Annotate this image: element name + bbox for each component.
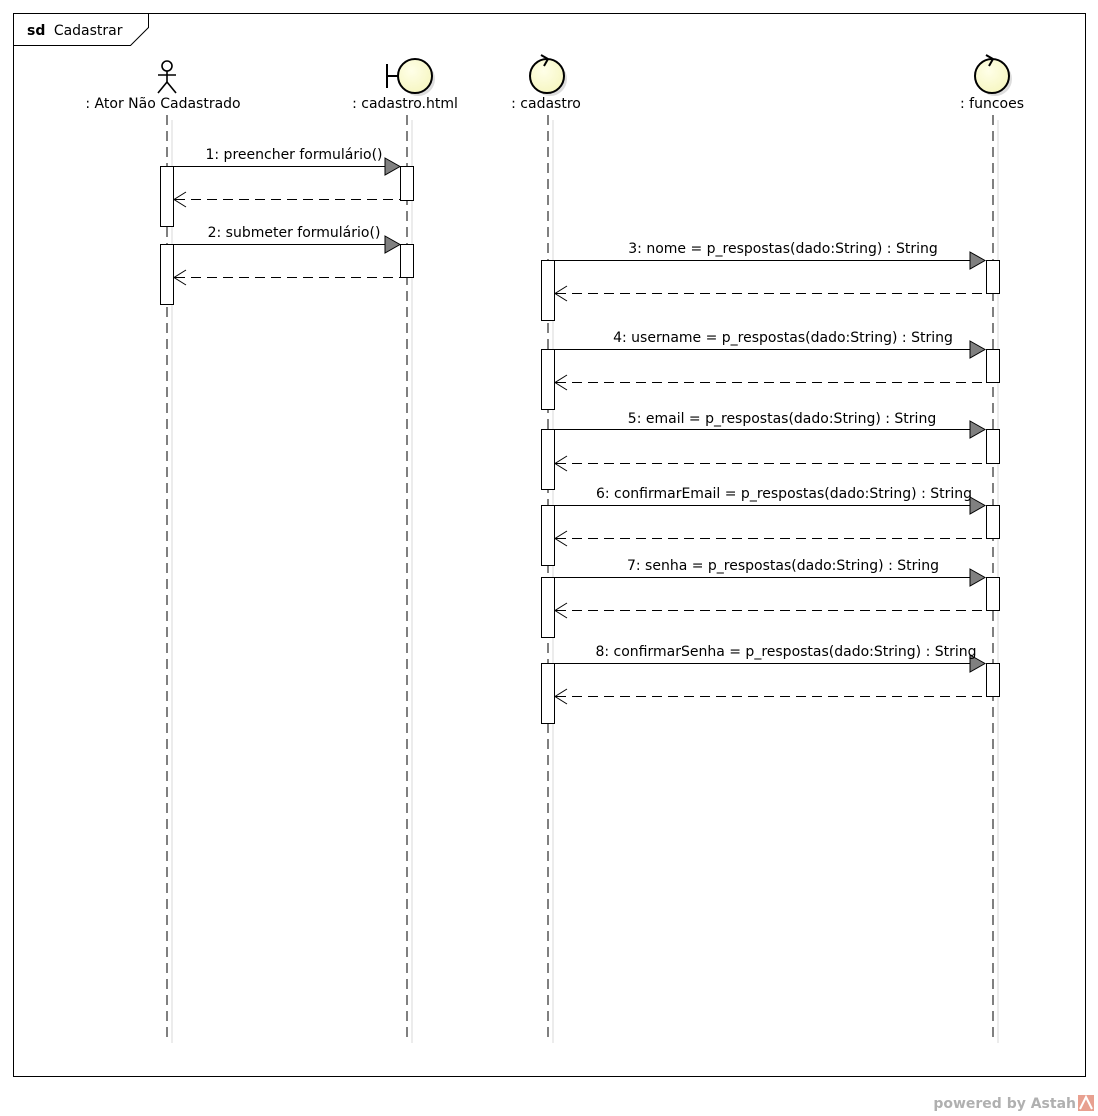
lifeline-label-ator: : Ator Não Cadastrado [85,96,240,112]
message-8: 8: confirmarSenha = p_respostas(dado:Str… [555,644,987,673]
message-2: 2: submeter formulário() [174,225,402,254]
message-label: 2: submeter formulário() [208,225,381,241]
message-1: 1: preencher formulário() [174,147,402,176]
return-message-7 [554,602,985,619]
lifeline-label-html: : cadastro.html [352,96,458,112]
frame-name: Cadastrar [54,23,123,39]
message-label: 5: email = p_respostas(dado:String) : St… [628,411,936,427]
message-3: 3: nome = p_respostas(dado:String) : Str… [555,241,987,270]
return-message-4 [554,374,985,391]
message-7: 7: senha = p_respostas(dado:String) : St… [555,558,987,587]
message-label: 7: senha = p_respostas(dado:String) : St… [627,558,939,574]
return-message-6 [554,530,985,547]
message-4: 4: username = p_respostas(dado:String) :… [555,330,987,359]
watermark-text: powered by Astah [933,1096,1076,1112]
control-icon [974,54,1012,96]
frame-keyword: sd [27,23,45,39]
message-label: 6: confirmarEmail = p_respostas(dado:Str… [596,486,972,502]
actor-icon [157,60,177,94]
return-message-1 [173,191,400,208]
message-label: 3: nome = p_respostas(dado:String) : Str… [628,241,937,257]
astah-logo-icon [1078,1094,1094,1111]
message-label: 1: preencher formulário() [205,147,382,163]
frame-title: sd Cadastrar [27,23,123,39]
message-label: 8: confirmarSenha = p_respostas(dado:Str… [595,644,976,660]
return-message-2 [173,269,400,286]
message-5: 5: email = p_respostas(dado:String) : St… [555,411,987,439]
sequence-diagram: sd Cadastrar : Ator Não Cadastrado : cad… [13,13,1094,1112]
message-6: 6: confirmarEmail = p_respostas(dado:Str… [555,486,987,515]
boundary-icon [386,58,435,96]
return-message-5 [554,455,985,472]
return-message-8 [554,688,985,705]
return-message-3 [554,285,985,302]
control-icon [529,54,567,96]
lifeline-label-cadastro: : cadastro [511,96,581,112]
message-label: 4: username = p_respostas(dado:String) :… [613,330,953,346]
lifeline-label-funcoes: : funcoes [960,96,1024,112]
